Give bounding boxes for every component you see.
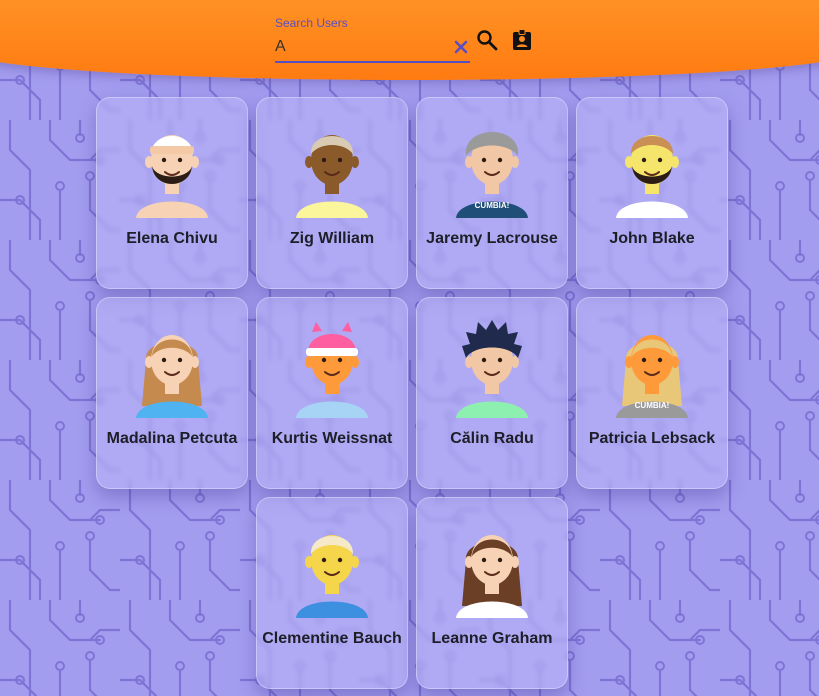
user-card[interactable]: Leanne Graham bbox=[416, 497, 568, 689]
user-name: Clementine Bauch bbox=[262, 630, 402, 647]
user-name: Leanne Graham bbox=[431, 630, 553, 647]
user-card[interactable]: Zig William bbox=[256, 97, 408, 289]
avatar bbox=[296, 535, 368, 618]
user-name: Zig William bbox=[289, 230, 375, 247]
search-field[interactable]: Search Users bbox=[275, 14, 470, 64]
user-name: Kurtis Weissnat bbox=[271, 430, 393, 447]
search-icon[interactable] bbox=[475, 28, 499, 52]
avatar bbox=[136, 135, 208, 218]
user-name: Călin Radu bbox=[450, 430, 534, 447]
search-input[interactable] bbox=[275, 36, 450, 58]
user-card[interactable]: Călin Radu bbox=[416, 297, 568, 489]
avatar bbox=[296, 322, 368, 418]
badge-icon[interactable] bbox=[510, 28, 534, 52]
avatar: CUMBIA! bbox=[456, 132, 528, 218]
svg-text:CUMBIA!: CUMBIA! bbox=[635, 401, 670, 410]
svg-text:CUMBIA!: CUMBIA! bbox=[475, 201, 510, 210]
user-card[interactable]: Elena Chivu bbox=[96, 97, 248, 289]
user-card[interactable]: CUMBIA! Patricia Lebsack bbox=[576, 297, 728, 489]
user-name: Madalina Petcuta bbox=[106, 430, 238, 447]
user-name: John Blake bbox=[609, 230, 695, 247]
avatar bbox=[136, 335, 208, 418]
user-card[interactable]: John Blake bbox=[576, 97, 728, 289]
avatar bbox=[616, 135, 688, 218]
user-name: Elena Chivu bbox=[126, 230, 218, 247]
close-icon[interactable] bbox=[454, 40, 468, 54]
user-card[interactable]: Madalina Petcuta bbox=[96, 297, 248, 489]
search-label: Search Users bbox=[275, 16, 348, 30]
user-name: Jaremy Lacrouse bbox=[426, 230, 558, 247]
avatar bbox=[296, 135, 368, 218]
avatar bbox=[456, 535, 528, 618]
avatar: CUMBIA! bbox=[616, 335, 688, 418]
avatar bbox=[456, 320, 528, 418]
user-card[interactable]: Kurtis Weissnat bbox=[256, 297, 408, 489]
search-underline bbox=[275, 61, 470, 63]
user-name: Patricia Lebsack bbox=[588, 430, 716, 447]
user-card[interactable]: CUMBIA! Jaremy Lacrouse bbox=[416, 97, 568, 289]
user-card[interactable]: Clementine Bauch bbox=[256, 497, 408, 689]
